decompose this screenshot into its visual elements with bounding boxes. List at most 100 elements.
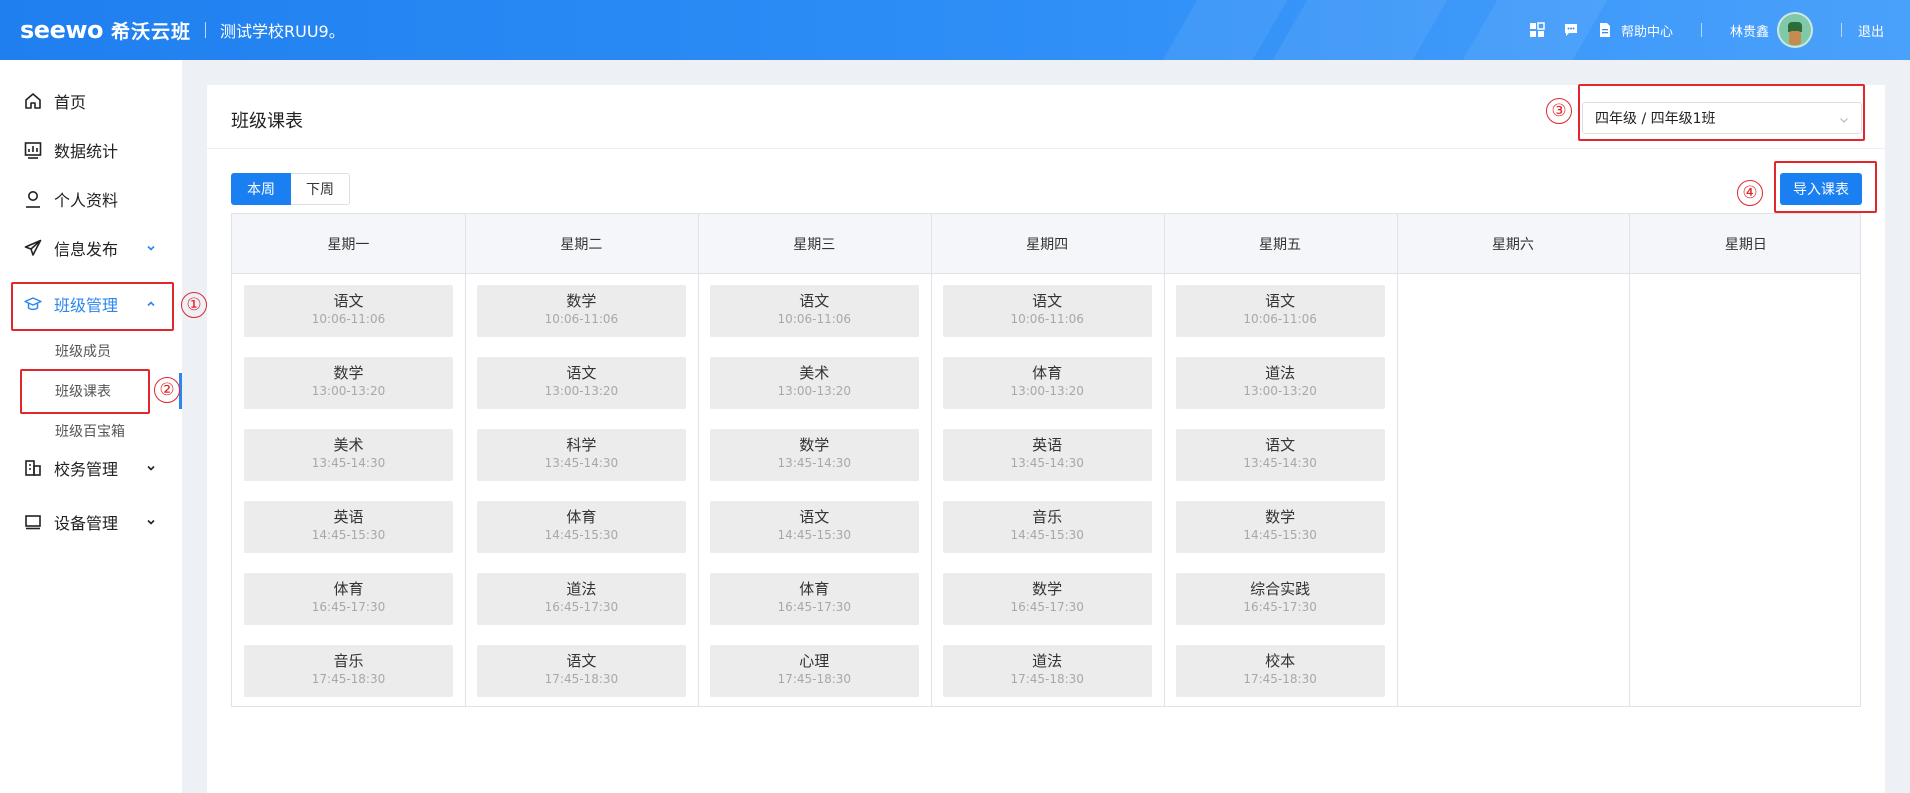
- sidebar-item-home[interactable]: 首页: [0, 79, 182, 123]
- lesson-time: 13:45-14:30: [1010, 456, 1084, 470]
- lesson-cell[interactable]: 音乐 17:45-18:30: [244, 645, 453, 697]
- brand-divider: [205, 22, 207, 38]
- lesson-time: 10:06-11:06: [777, 312, 852, 326]
- lesson-cell[interactable]: 体育 14:45-15:30: [476, 501, 686, 553]
- lesson-subject: 数学: [333, 364, 364, 382]
- next-week-button[interactable]: 下周: [291, 173, 350, 205]
- lesson-subject: 道法: [1032, 652, 1063, 670]
- lesson-cell[interactable]: 语文 10:06-11:06: [709, 285, 919, 337]
- lesson-cell[interactable]: 语文 10:06-11:06: [942, 285, 1152, 337]
- send-icon: [24, 239, 42, 257]
- day-header: 星期三: [793, 237, 836, 253]
- lesson-cell[interactable]: 心理 17:45-18:30: [709, 645, 919, 697]
- lesson-cell[interactable]: 英语 13:45-14:30: [942, 429, 1152, 481]
- help-center-link[interactable]: 帮助中心: [1597, 21, 1673, 40]
- lesson-cell[interactable]: 道法 17:45-18:30: [942, 645, 1152, 697]
- sidebar-item-statistics[interactable]: 数据统计: [0, 128, 182, 172]
- lesson-cell[interactable]: 美术 13:00-13:20: [709, 357, 919, 409]
- annotation-marker-2: ②: [154, 377, 180, 403]
- column-divider: [1163, 214, 1165, 706]
- lesson-cell[interactable]: 数学 14:45-15:30: [1175, 501, 1385, 553]
- lesson-subject: 数学: [1032, 580, 1063, 598]
- sidebar-item-device-management[interactable]: 设备管理: [0, 500, 182, 544]
- apps-grid-icon[interactable]: [1529, 22, 1545, 38]
- lesson-subject: 音乐: [333, 652, 364, 670]
- lesson-cell[interactable]: 数学 13:45-14:30: [709, 429, 919, 481]
- building-icon: [24, 459, 42, 477]
- lesson-cell[interactable]: 道法 16:45-17:30: [476, 573, 686, 625]
- sidebar-item-label: 校务管理: [54, 460, 119, 479]
- lesson-cell[interactable]: 道法 13:00-13:20: [1175, 357, 1385, 409]
- lesson-subject: 语文: [1265, 436, 1296, 454]
- lesson-time: 13:00-13:20: [1010, 384, 1084, 398]
- this-week-button[interactable]: 本周: [231, 173, 291, 205]
- lesson-cell[interactable]: 语文 17:45-18:30: [476, 645, 686, 697]
- lesson-subject: 体育: [1032, 364, 1063, 382]
- annotation-marker-1: ①: [181, 292, 207, 318]
- column-divider: [464, 214, 466, 706]
- lesson-cell[interactable]: 语文 13:45-14:30: [1175, 429, 1385, 481]
- lesson-cell[interactable]: 语文 13:00-13:20: [476, 357, 686, 409]
- sidebar-item-label: 个人资料: [54, 191, 119, 210]
- column-divider: [1629, 214, 1631, 706]
- lesson-time: 16:45-17:30: [311, 600, 386, 614]
- lesson-time: 17:45-18:30: [777, 672, 852, 686]
- lesson-subject: 体育: [799, 580, 830, 598]
- logout-button[interactable]: 退出: [1858, 21, 1884, 40]
- lesson-cell[interactable]: 体育 16:45-17:30: [709, 573, 919, 625]
- lesson-cell[interactable]: 数学 16:45-17:30: [942, 573, 1152, 625]
- lesson-cell[interactable]: 音乐 14:45-15:30: [942, 501, 1152, 553]
- avatar[interactable]: [1776, 12, 1813, 48]
- column-divider: [1396, 214, 1398, 706]
- sidebar-item-publish[interactable]: 信息发布: [0, 226, 182, 270]
- top-header: seewo 希沃云班 测试学校RUU9。 帮助中心 林贵鑫 退出: [0, 0, 1910, 60]
- lesson-time: 16:45-17:30: [777, 600, 852, 614]
- lesson-cell[interactable]: 综合实践 16:45-17:30: [1175, 573, 1385, 625]
- home-icon: [24, 92, 42, 110]
- lesson-subject: 数学: [1265, 508, 1296, 526]
- message-icon[interactable]: [1563, 22, 1579, 38]
- card-divider: [207, 148, 1885, 149]
- header-divider: [1840, 23, 1842, 37]
- sidebar-item-profile[interactable]: 个人资料: [0, 177, 182, 221]
- lesson-subject: 道法: [566, 580, 597, 598]
- day-header: 星期日: [1724, 237, 1767, 253]
- lesson-subject: 综合实践: [1250, 580, 1311, 598]
- brand: seewo 希沃云班 测试学校RUU9。: [20, 14, 345, 46]
- lesson-time: 17:45-18:30: [311, 672, 386, 686]
- lesson-cell[interactable]: 体育 13:00-13:20: [942, 357, 1152, 409]
- seewo-logo[interactable]: seewo: [20, 16, 104, 44]
- day-header: 星期四: [1026, 237, 1069, 253]
- annotation-marker-3: ③: [1546, 98, 1572, 124]
- lesson-time: 13:00-13:20: [1243, 384, 1317, 398]
- lesson-cell[interactable]: 体育 16:45-17:30: [244, 573, 453, 625]
- lesson-time: 14:45-15:30: [544, 528, 619, 542]
- lesson-subject: 科学: [566, 436, 597, 454]
- lesson-cell[interactable]: 美术 13:45-14:30: [244, 429, 453, 481]
- lesson-time: 16:45-17:30: [544, 600, 619, 614]
- chevron-down-icon: [146, 463, 156, 473]
- day-header: 星期六: [1491, 237, 1534, 253]
- sidebar-item-school-affairs[interactable]: 校务管理: [0, 446, 182, 490]
- lesson-cell[interactable]: 英语 14:45-15:30: [244, 501, 453, 553]
- lesson-cell[interactable]: 科学 13:45-14:30: [476, 429, 686, 481]
- sidebar-subitem-class-toolbox[interactable]: 班级百宝箱: [55, 421, 125, 441]
- sidebar-subitem-class-members[interactable]: 班级成员: [55, 341, 111, 361]
- lesson-subject: 美术: [799, 364, 830, 382]
- lesson-cell[interactable]: 语文 10:06-11:06: [1175, 285, 1385, 337]
- user-name[interactable]: 林贵鑫: [1730, 21, 1769, 40]
- lesson-subject: 语文: [1265, 292, 1296, 310]
- lesson-cell[interactable]: 数学 13:00-13:20: [244, 357, 453, 409]
- lesson-cell[interactable]: 数学 10:06-11:06: [476, 285, 686, 337]
- lesson-cell[interactable]: 语文 14:45-15:30: [709, 501, 919, 553]
- lesson-cell[interactable]: 语文 10:06-11:06: [244, 285, 453, 337]
- lesson-time: 13:00-13:20: [544, 384, 619, 398]
- school-name: 测试学校RUU9。: [220, 22, 345, 41]
- lesson-subject: 体育: [566, 508, 597, 526]
- lesson-time: 17:45-18:30: [1010, 672, 1084, 686]
- lesson-time: 13:45-14:30: [777, 456, 852, 470]
- annotation-marker-4: ④: [1737, 180, 1763, 206]
- lesson-cell[interactable]: 校本 17:45-18:30: [1175, 645, 1385, 697]
- sidebar-item-label: 首页: [54, 93, 87, 112]
- document-icon: [1597, 22, 1613, 38]
